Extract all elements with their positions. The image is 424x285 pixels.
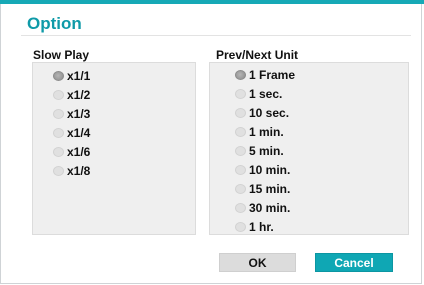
- unit-option-1-frame[interactable]: 1 Frame: [235, 67, 295, 83]
- slow-play-option-x1-1[interactable]: x1/1: [53, 68, 90, 84]
- option-label: x1/4: [67, 126, 91, 140]
- unit-option-10-sec[interactable]: 10 sec.: [235, 105, 289, 121]
- slow-play-option-x1-2[interactable]: x1/2: [53, 87, 90, 103]
- radio-icon: [53, 128, 64, 138]
- option-label: 1 Frame: [249, 68, 296, 82]
- unit-option-1-sec[interactable]: 1 sec.: [235, 86, 282, 102]
- unit-option-5-min[interactable]: 5 min.: [235, 143, 284, 159]
- cancel-button[interactable]: Cancel: [315, 253, 393, 272]
- slow-play-option-x1-6[interactable]: x1/6: [53, 144, 90, 160]
- option-label: x1/1: [67, 69, 91, 83]
- unit-option-1-min[interactable]: 1 min.: [235, 124, 284, 140]
- radio-icon: [235, 108, 246, 118]
- option-label: x1/2: [67, 88, 91, 102]
- radio-icon: [53, 90, 64, 100]
- option-label: 1 hr.: [249, 220, 274, 234]
- slow-play-option-x1-8[interactable]: x1/8: [53, 163, 90, 179]
- option-label: 15 min.: [249, 182, 291, 196]
- radio-icon: [53, 109, 64, 119]
- option-label: 10 min.: [249, 163, 291, 177]
- option-label: 1 min.: [249, 125, 284, 139]
- prev-next-unit-panel: 1 Frame 1 sec. 10 sec. 1 min. 5 min. 10 …: [209, 62, 409, 235]
- radio-icon: [53, 147, 64, 157]
- radio-icon: [235, 184, 246, 194]
- slow-play-label: Slow Play: [33, 48, 90, 62]
- radio-icon: [53, 71, 64, 81]
- unit-option-1-hr[interactable]: 1 hr.: [235, 219, 274, 235]
- unit-option-15-min[interactable]: 15 min.: [235, 181, 290, 197]
- title-divider: [21, 35, 411, 36]
- dialog-title: Option: [27, 14, 82, 33]
- slow-play-option-x1-3[interactable]: x1/3: [53, 106, 90, 122]
- option-label: x1/3: [67, 107, 91, 121]
- slow-play-panel: x1/1 x1/2 x1/3 x1/4 x1/6 x1/8: [32, 62, 196, 235]
- option-label: x1/8: [67, 164, 91, 178]
- ok-button[interactable]: OK: [219, 253, 296, 272]
- radio-icon: [235, 203, 246, 213]
- prev-next-unit-label: Prev/Next Unit: [216, 48, 299, 62]
- unit-option-10-min[interactable]: 10 min.: [235, 162, 290, 178]
- option-label: 30 min.: [249, 201, 291, 215]
- radio-icon: [53, 166, 64, 176]
- option-label: 5 min.: [249, 144, 284, 158]
- radio-icon: [235, 89, 246, 99]
- option-label: 10 sec.: [249, 106, 290, 120]
- radio-icon: [235, 165, 246, 175]
- radio-icon: [235, 70, 246, 80]
- radio-icon: [235, 222, 246, 232]
- unit-option-30-min[interactable]: 30 min.: [235, 200, 290, 216]
- option-label: x1/6: [67, 145, 91, 159]
- slow-play-option-x1-4[interactable]: x1/4: [53, 125, 90, 141]
- radio-icon: [235, 146, 246, 156]
- radio-icon: [235, 127, 246, 137]
- option-label: 1 sec.: [249, 87, 283, 101]
